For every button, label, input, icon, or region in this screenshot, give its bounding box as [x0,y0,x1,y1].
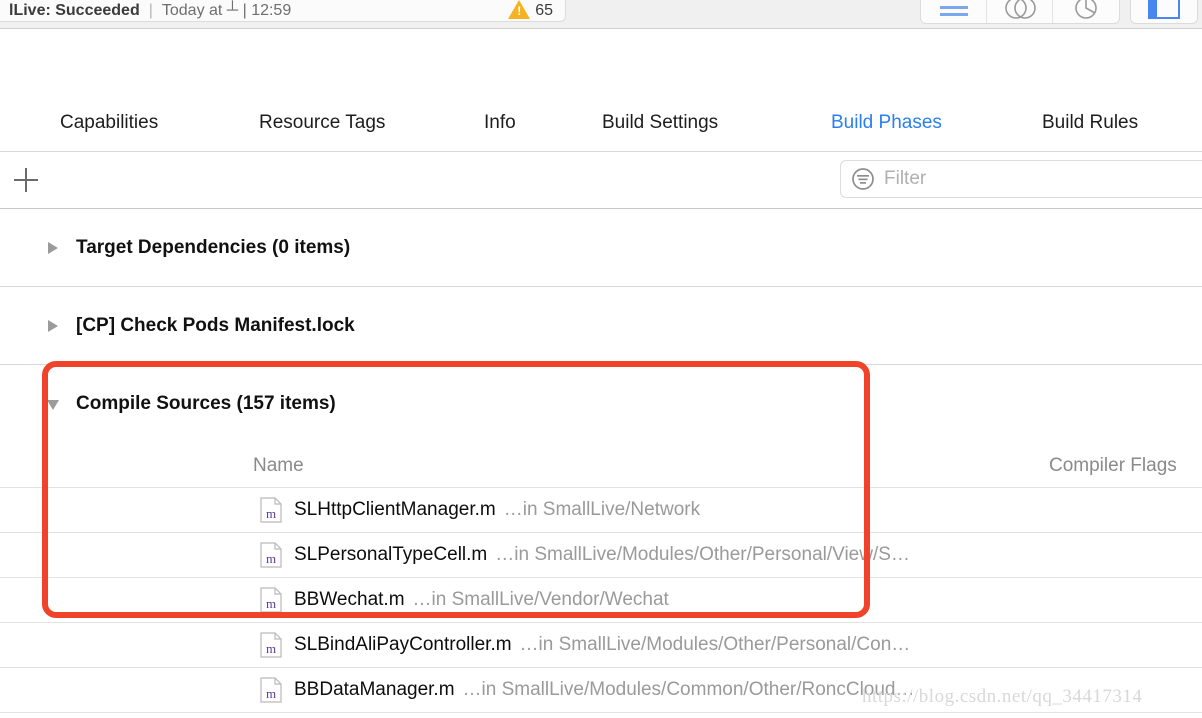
svg-text:m: m [266,506,276,521]
phase-title: [CP] Check Pods Manifest.lock [76,314,355,336]
table-row[interactable]: m BBWechat.m …in SmallLive/Vendor/Wechat [0,577,1202,622]
phase-title: Target Dependencies (0 items) [76,236,351,258]
svg-text:m: m [266,686,276,701]
column-header-name[interactable]: Name [253,455,304,477]
column-header-compiler-flags[interactable]: Compiler Flags [1049,455,1177,477]
venn-circles-icon [1004,0,1036,19]
disclosure-triangle-collapsed-icon[interactable] [46,241,60,255]
filter-placeholder-text: Filter [884,168,927,189]
disclosure-triangle-expanded-icon[interactable] [46,397,60,411]
phase-compile-sources[interactable]: Compile Sources (157 items) [0,365,1202,443]
warning-count: 65 [535,2,553,19]
file-name: BBWechat.m [294,589,405,610]
tab-capabilities[interactable]: Capabilities [60,112,158,134]
tab-info[interactable]: Info [484,112,516,134]
tab-build-phases[interactable]: Build Phases [831,112,942,134]
editor-mode-segmented-control[interactable] [920,0,1120,24]
file-row-text: BBDataManager.m …in SmallLive/Modules/Co… [294,679,915,701]
phase-target-dependencies[interactable]: Target Dependencies (0 items) [0,209,1202,287]
file-row-text: SLBindAliPayController.m …in SmallLive/M… [294,634,910,656]
build-phases-list: Target Dependencies (0 items) [CP] Check… [0,209,1202,718]
tab-build-settings[interactable]: Build Settings [602,112,718,134]
version-circle-icon [1075,0,1097,19]
objc-m-file-icon: m [260,677,282,703]
file-name: SLBindAliPayController.m [294,634,512,655]
status-separator: | [148,2,153,19]
disclosure-triangle-collapsed-icon[interactable] [46,319,60,333]
svg-text:m: m [266,596,276,611]
file-row-text: BBWechat.m …in SmallLive/Vendor/Wechat [294,589,669,611]
table-row[interactable]: m SLHttpClientManager.m …in SmallLive/Ne… [0,487,1202,532]
table-row[interactable]: m SLPersonalTypeCell.m …in SmallLive/Mod… [0,532,1202,577]
objc-m-file-icon: m [260,542,282,568]
phase-title: Compile Sources (157 items) [76,393,336,414]
file-path: …in SmallLive/Network [503,499,701,520]
file-path: …in SmallLive/Modules/Other/Personal/Vie… [495,544,910,565]
standard-editor-button[interactable] [921,0,987,23]
version-editor-button[interactable] [1053,0,1119,23]
workspace-layout-segmented-control[interactable] [1130,0,1198,24]
table-row-partial[interactable] [0,712,1202,718]
file-row-text: SLPersonalTypeCell.m …in SmallLive/Modul… [294,544,910,566]
compile-sources-column-headers: Name Compiler Flags [0,443,1202,487]
file-row-text: SLHttpClientManager.m …in SmallLive/Netw… [294,499,700,521]
horizontal-lines-icon [939,6,968,16]
build-status-capsule: lLive: Succeeded | Today at ┴ | 12:59 65 [0,0,566,22]
file-path: …in SmallLive/Modules/Common/Other/RoncC… [462,679,915,700]
left-panel-icon [1148,0,1180,19]
navigator-toggle-button[interactable] [1131,0,1197,23]
warning-badge[interactable]: 65 [508,0,553,19]
xcode-activity-toolbar: lLive: Succeeded | Today at ┴ | 12:59 65 [0,0,1202,29]
file-name: BBDataManager.m [294,679,455,700]
file-path: …in SmallLive/Vendor/Wechat [412,589,669,610]
objc-m-file-icon: m [260,587,282,613]
file-path: …in SmallLive/Modules/Other/Personal/Con… [519,634,911,655]
tab-resource-tags[interactable]: Resource Tags [259,112,385,134]
file-name: SLHttpClientManager.m [294,499,496,520]
build-status-timestamp: Today at ┴ | 12:59 [161,2,292,19]
objc-m-file-icon: m [260,632,282,658]
objc-m-file-icon: m [260,497,282,523]
tab-build-rules[interactable]: Build Rules [1042,112,1138,134]
watermark-text: https://blog.csdn.net/qq_34417314 [862,686,1143,707]
filter-circle-icon [852,168,874,190]
filter-input[interactable]: Filter [840,160,1202,198]
file-name: SLPersonalTypeCell.m [294,544,488,565]
target-editor-tabbar: Capabilities Resource Tags Info Build Se… [0,94,1202,152]
add-build-phase-button[interactable] [12,166,40,194]
svg-text:m: m [266,551,276,566]
phase-check-pods-manifest[interactable]: [CP] Check Pods Manifest.lock [0,287,1202,365]
build-status-title: lLive: Succeeded [9,2,140,19]
table-row[interactable]: m SLBindAliPayController.m …in SmallLive… [0,622,1202,667]
svg-text:m: m [266,641,276,656]
plus-icon [14,168,38,192]
warning-triangle-icon [508,0,531,19]
toolbar-right-cluster [920,0,1198,24]
assistant-editor-button[interactable] [987,0,1053,23]
